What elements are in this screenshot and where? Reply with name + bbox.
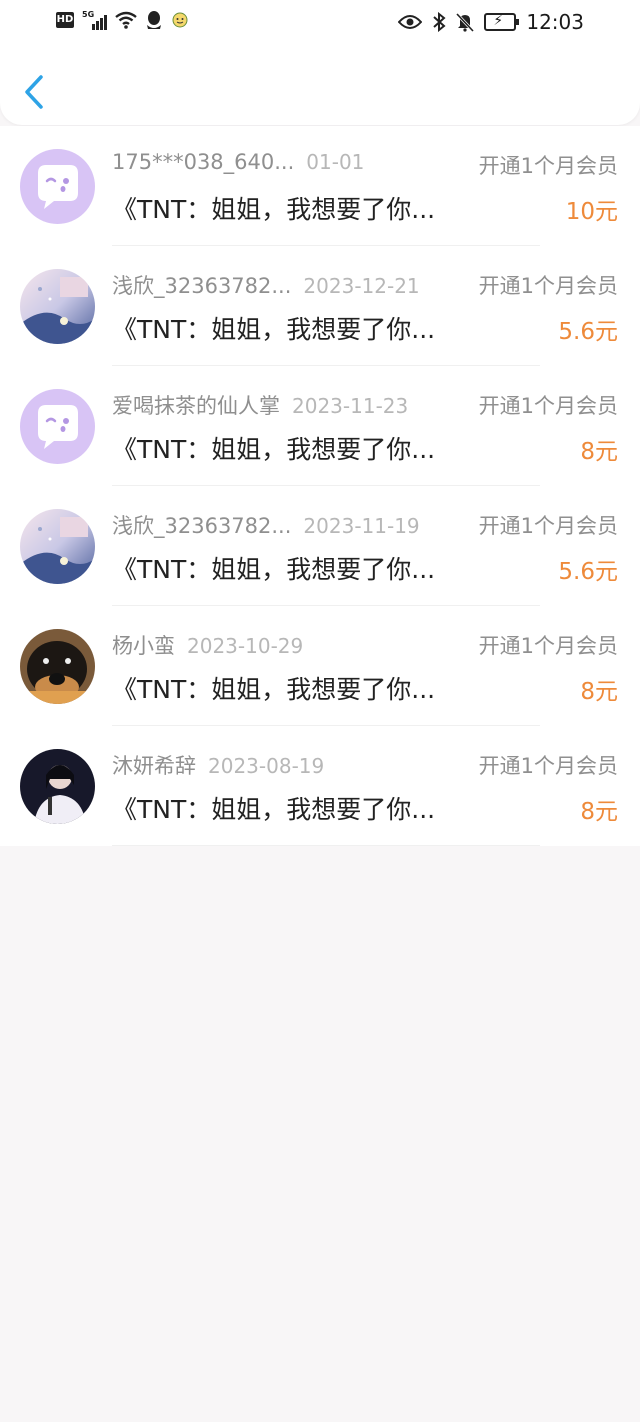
bell-off-icon — [456, 12, 475, 32]
user-name: 杨小蛮 — [112, 634, 175, 658]
top-bar: HD 5G ⚡ 12:03 — [0, 0, 640, 125]
battery-icon: ⚡ — [484, 13, 520, 31]
user-name: 浅欣_32363782... — [112, 514, 292, 538]
book-title: 《TNT：姐姐，我想要了你... — [112, 555, 436, 584]
book-title: 《TNT：姐姐，我想要了你... — [112, 195, 436, 224]
sun-face-icon — [172, 12, 188, 28]
avatar[interactable] — [20, 269, 95, 344]
membership-label: 开通1个月会员 — [478, 634, 618, 658]
list-item[interactable]: 沐妍希辞 2023-08-19 开通1个月会员 《TNT：姐姐，我想要了你... … — [0, 726, 640, 846]
user-name: 浅欣_32363782... — [112, 274, 292, 298]
price-label: 8元 — [580, 439, 618, 465]
qq-icon — [147, 11, 161, 29]
avatar[interactable] — [20, 749, 95, 824]
list-item[interactable]: 杨小蛮 2023-10-29 开通1个月会员 《TNT：姐姐，我想要了你... 8… — [0, 606, 640, 726]
record-date: 2023-11-19 — [303, 514, 420, 538]
price-label: 10元 — [565, 199, 618, 225]
bluetooth-icon — [433, 12, 446, 32]
list-item[interactable]: 浅欣_32363782... 2023-11-19 开通1个月会员 《TNT：姐姐… — [0, 486, 640, 606]
user-name: 沐妍希辞 — [112, 754, 196, 778]
record-date: 2023-12-21 — [303, 274, 420, 298]
hd-badge: HD — [56, 12, 74, 28]
membership-label: 开通1个月会员 — [478, 394, 618, 418]
book-title: 《TNT：姐姐，我想要了你... — [112, 315, 436, 344]
avatar[interactable] — [20, 629, 95, 704]
membership-label: 开通1个月会员 — [478, 154, 618, 178]
signal-icon: 5G — [82, 10, 107, 30]
status-bar: HD 5G ⚡ 12:03 — [0, 0, 640, 44]
status-left: HD 5G — [56, 10, 189, 30]
list-item[interactable]: 爱喝抹茶的仙人掌 2023-11-23 开通1个月会员 《TNT：姐姐，我想要了你… — [0, 366, 640, 486]
purchase-record-list: 175***038_640... 01-01 开通1个月会员 《TNT：姐姐，我想… — [0, 126, 640, 846]
record-date: 2023-10-29 — [187, 634, 304, 658]
user-name: 爱喝抹茶的仙人掌 — [112, 394, 280, 418]
record-date: 2023-08-19 — [208, 754, 325, 778]
status-time: 12:03 — [526, 10, 584, 34]
avatar[interactable] — [20, 509, 95, 584]
price-label: 5.6元 — [558, 559, 618, 585]
divider — [112, 845, 540, 846]
list-item[interactable]: 浅欣_32363782... 2023-12-21 开通1个月会员 《TNT：姐姐… — [0, 246, 640, 366]
record-date: 01-01 — [306, 150, 365, 174]
avatar[interactable] — [20, 149, 95, 224]
user-name: 175***038_640... — [112, 150, 295, 174]
membership-label: 开通1个月会员 — [478, 754, 618, 778]
chevron-left-icon[interactable] — [20, 72, 50, 112]
record-date: 2023-11-23 — [292, 394, 409, 418]
wifi-icon — [115, 11, 137, 29]
price-label: 8元 — [580, 799, 618, 825]
price-label: 8元 — [580, 679, 618, 705]
book-title: 《TNT：姐姐，我想要了你... — [112, 435, 436, 464]
eye-icon — [398, 15, 423, 29]
avatar[interactable] — [20, 389, 95, 464]
membership-label: 开通1个月会员 — [478, 514, 618, 538]
membership-label: 开通1个月会员 — [478, 274, 618, 298]
book-title: 《TNT：姐姐，我想要了你... — [112, 675, 436, 704]
list-item[interactable]: 175***038_640... 01-01 开通1个月会员 《TNT：姐姐，我想… — [0, 126, 640, 246]
price-label: 5.6元 — [558, 319, 618, 345]
book-title: 《TNT：姐姐，我想要了你... — [112, 795, 436, 824]
status-right: ⚡ 12:03 — [398, 10, 584, 34]
